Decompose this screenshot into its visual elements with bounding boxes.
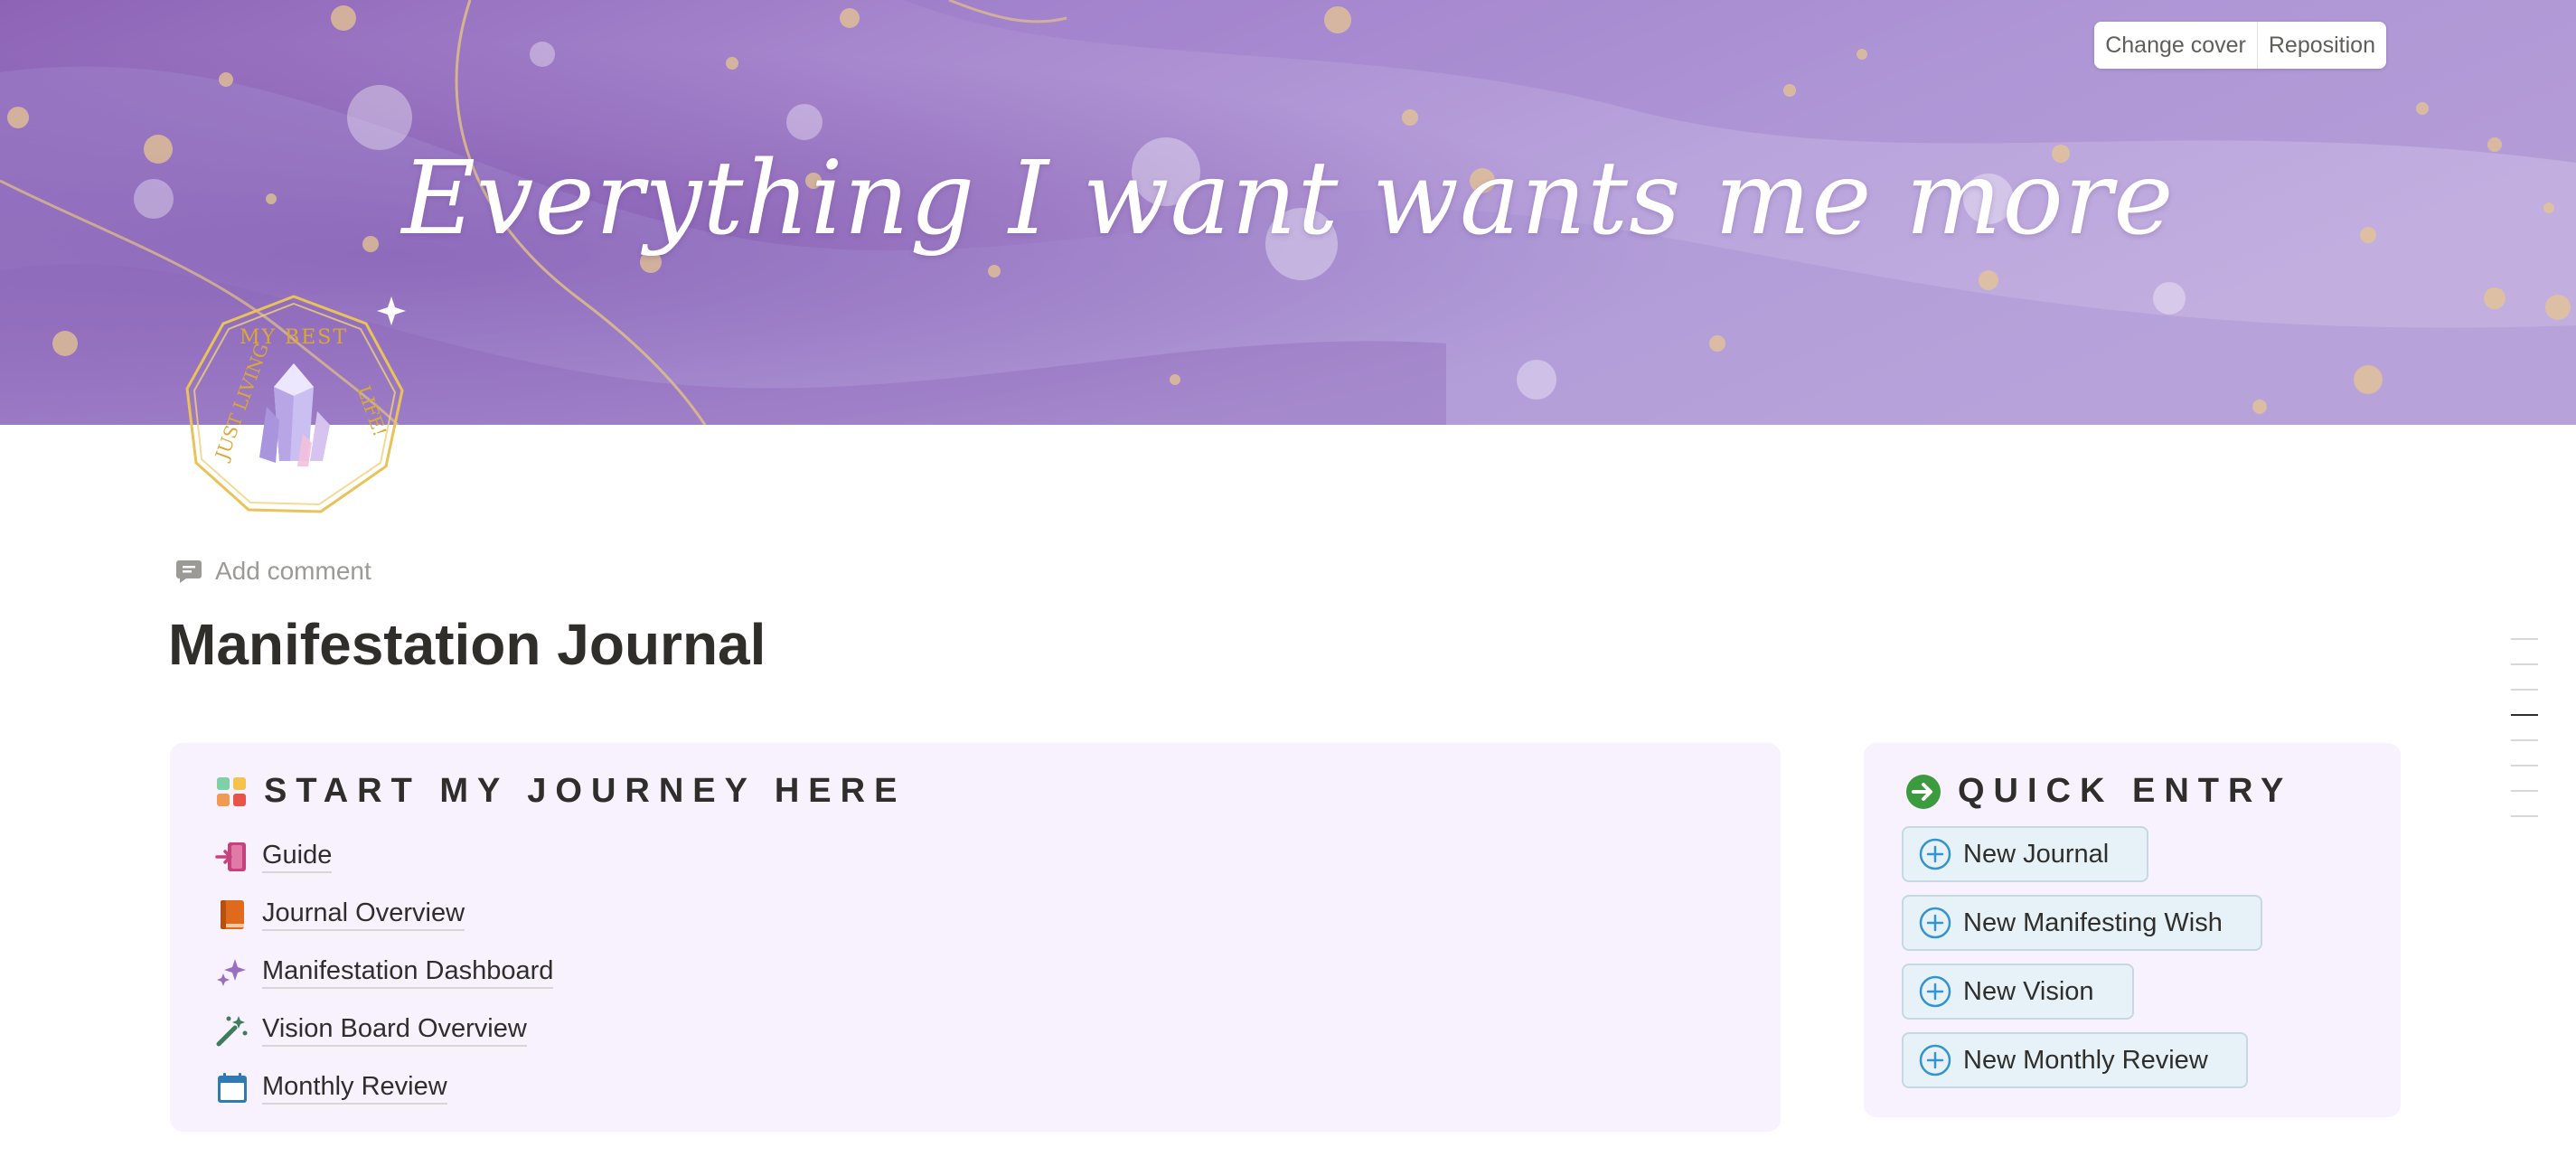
start-journey-callout: START MY JOURNEY HERE Guide Journal Over… xyxy=(170,743,1781,1132)
new-manifesting-wish-button[interactable]: New Manifesting Wish xyxy=(1902,895,2262,951)
link-vision-board-overview-label[interactable]: Vision Board Overview xyxy=(262,1014,527,1047)
magic-wand-icon xyxy=(215,1013,249,1048)
cover-quote: Everything I want wants me more xyxy=(401,140,2175,258)
cover-actions: Change cover Reposition xyxy=(2094,22,2386,69)
calendar-icon xyxy=(215,1071,249,1105)
toc-line[interactable] xyxy=(2511,689,2538,691)
toc-line[interactable] xyxy=(2511,815,2538,817)
quick-entry-heading-text: QUICK ENTRY xyxy=(1958,772,2293,810)
link-journal-overview[interactable]: Journal Overview xyxy=(215,886,553,944)
page-title[interactable]: Manifestation Journal xyxy=(168,611,766,678)
toc-line[interactable] xyxy=(2511,765,2538,766)
new-manifesting-wish-label: New Manifesting Wish xyxy=(1963,907,2223,937)
reposition-button[interactable]: Reposition xyxy=(2256,22,2386,69)
toc-line[interactable] xyxy=(2511,790,2538,792)
start-journey-heading-text: START MY JOURNEY HERE xyxy=(264,772,907,810)
sparkles-icon xyxy=(215,955,249,990)
add-comment-label: Add comment xyxy=(215,557,371,585)
new-monthly-review-label: New Monthly Review xyxy=(1963,1045,2208,1075)
comment-icon xyxy=(176,560,202,583)
link-monthly-review-label[interactable]: Monthly Review xyxy=(262,1072,447,1105)
toc-line[interactable] xyxy=(2511,739,2538,741)
start-journey-heading: START MY JOURNEY HERE xyxy=(215,772,906,811)
link-journal-overview-label[interactable]: Journal Overview xyxy=(262,898,465,931)
table-of-contents-minimap[interactable] xyxy=(2511,638,2538,841)
quick-entry-buttons: New Journal New Manifesting Wish New Vis… xyxy=(1902,826,2262,1101)
page-icon[interactable]: MY BEST JUST LIVING LIFE! xyxy=(176,289,411,524)
new-journal-button[interactable]: New Journal xyxy=(1902,826,2149,882)
journey-link-list: Guide Journal Overview Manifestation Das… xyxy=(215,828,554,1117)
plus-circle-icon xyxy=(1919,975,1951,1008)
link-manifestation-dashboard[interactable]: Manifestation Dashboard xyxy=(215,944,554,1001)
change-cover-button[interactable]: Change cover xyxy=(2094,22,2257,69)
quick-entry-callout: QUICK ENTRY New Journal New Manifesting … xyxy=(1864,743,2401,1117)
toc-line[interactable] xyxy=(2511,663,2538,665)
grid-squares-icon xyxy=(217,776,246,806)
plus-circle-icon xyxy=(1919,1044,1951,1077)
new-vision-button[interactable]: New Vision xyxy=(1902,964,2134,1020)
new-journal-label: New Journal xyxy=(1963,839,2110,869)
plus-circle-icon xyxy=(1919,838,1951,870)
book-icon xyxy=(215,898,249,932)
toc-line[interactable] xyxy=(2511,638,2538,640)
link-vision-board-overview[interactable]: Vision Board Overview xyxy=(215,1001,553,1059)
toc-line-active[interactable] xyxy=(2511,714,2538,716)
new-vision-label: New Vision xyxy=(1963,976,2094,1006)
link-manifestation-dashboard-label[interactable]: Manifestation Dashboard xyxy=(262,956,554,989)
arrow-circle-icon xyxy=(1906,774,1941,809)
add-comment-button[interactable]: Add comment xyxy=(175,557,371,586)
enter-door-icon xyxy=(215,840,249,874)
link-monthly-review[interactable]: Monthly Review xyxy=(215,1059,553,1117)
plus-circle-icon xyxy=(1919,907,1951,939)
link-guide-label[interactable]: Guide xyxy=(262,841,333,873)
new-monthly-review-button[interactable]: New Monthly Review xyxy=(1902,1032,2248,1088)
link-guide[interactable]: Guide xyxy=(215,828,553,886)
crystal-badge-icon: MY BEST JUST LIVING LIFE! xyxy=(185,295,406,513)
quick-entry-heading: QUICK ENTRY xyxy=(1905,772,2292,811)
